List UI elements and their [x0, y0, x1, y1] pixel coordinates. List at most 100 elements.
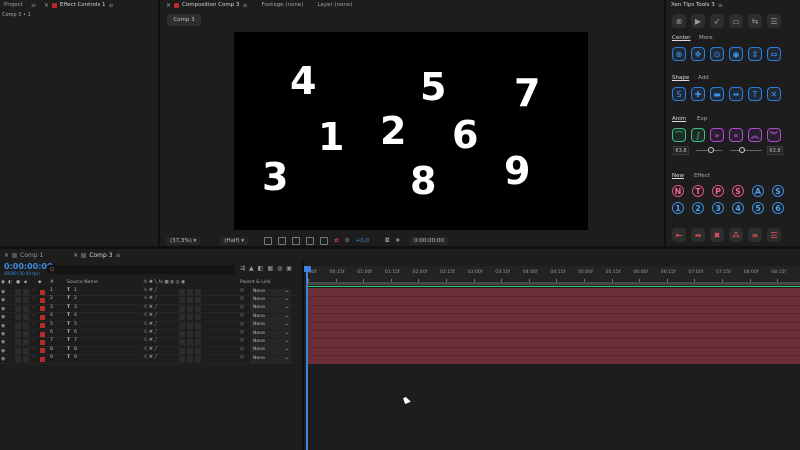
switch-box[interactable] [187, 297, 193, 304]
new-shape-button[interactable]: S [772, 185, 784, 197]
tab-anim[interactable]: Anim [672, 116, 686, 122]
new-adjustment-button[interactable]: A [752, 185, 764, 197]
parent-dropdown[interactable]: None ⌄ [250, 321, 291, 330]
up-icon[interactable]: ︽ [748, 128, 762, 142]
pick-whip-icon[interactable]: ◎ [240, 322, 244, 327]
digit-4[interactable]: 4 [290, 62, 316, 100]
parent-dropdown[interactable]: None ⌄ [250, 304, 291, 313]
digit-7[interactable]: 7 [514, 74, 540, 112]
solo-toggle[interactable] [15, 347, 21, 354]
ease-value-left[interactable]: 63.8 [673, 146, 689, 155]
shape-add-icon[interactable]: ✚ [691, 87, 705, 101]
trim-in-icon[interactable]: ⇤ [672, 228, 686, 242]
solo-toggle[interactable] [15, 331, 21, 337]
label-color-swatch[interactable] [40, 297, 45, 303]
tab-center[interactable]: Center [672, 35, 691, 41]
tab-project[interactable]: Project [4, 2, 23, 8]
digit-9[interactable]: 9 [504, 152, 530, 190]
region-of-interest-icon[interactable] [306, 237, 315, 245]
visibility-eye-icon[interactable]: ◉ [1, 356, 6, 362]
shape-s-icon[interactable]: S [672, 87, 686, 101]
visibility-eye-icon[interactable]: ◉ [1, 306, 6, 312]
parent-dropdown[interactable]: None ⌄ [250, 296, 291, 304]
layer-row[interactable]: ◉ › 4 T 4 ⁂ ✱ ╱ ◎ None ⌄ [0, 313, 300, 322]
layer-row[interactable]: ◉ › 7 T 7 ⁂ ✱ ╱ ◎ None ⌄ [0, 338, 300, 347]
solo-header-icon[interactable]: ● [16, 280, 20, 285]
pick-whip-icon[interactable]: ◎ [240, 355, 244, 360]
switch-box[interactable] [179, 339, 185, 346]
pick-whip-icon[interactable]: ◎ [240, 296, 244, 301]
rocket-icon[interactable]: ➶ [710, 14, 724, 28]
close-icon[interactable]: × [166, 2, 171, 9]
new-null-button[interactable]: N [672, 185, 684, 197]
down-icon[interactable]: ︾ [767, 128, 781, 142]
visibility-eye-icon[interactable]: ◉ [1, 348, 6, 354]
layer-switches-icon[interactable]: ⁂ ✱ ╱ [143, 355, 157, 360]
folder-icon[interactable]: ▭ [729, 14, 743, 28]
visibility-eye-icon[interactable]: ◉ [1, 314, 6, 320]
mask-visibility-icon[interactable] [292, 237, 301, 245]
pick-whip-icon[interactable]: ◎ [240, 288, 244, 293]
preset-3-button[interactable]: 3 [712, 202, 724, 214]
label-header-icon[interactable]: ◆ [38, 280, 42, 285]
layer-row[interactable]: ◉ › 2 T 2 ⁂ ✱ ╱ ◎ None ⌄ [0, 296, 300, 305]
pick-whip-icon[interactable]: ◎ [240, 338, 244, 343]
center-horizontal-icon[interactable]: ⇔ [767, 47, 781, 61]
layer-row[interactable]: ◉ › 5 T 5 ⁂ ✱ ╱ ◎ None ⌄ [0, 321, 300, 330]
ease-slider-left-knob[interactable] [708, 147, 714, 153]
tab-comp-3[interactable]: × Comp 3 ≡ [73, 252, 120, 259]
switch-box[interactable] [195, 322, 201, 329]
expand-chevron-icon[interactable]: › [33, 296, 35, 301]
show-snapshot-icon[interactable]: ✚ [395, 238, 400, 244]
switch-box[interactable] [179, 331, 185, 337]
switch-box[interactable] [195, 289, 201, 295]
composition-canvas[interactable]: 4 5 7 1 2 6 3 8 9 [234, 32, 588, 230]
label-color-swatch[interactable] [40, 348, 45, 354]
tab-more[interactable]: More [699, 35, 713, 41]
layer-switches-icon[interactable]: ⁂ ✱ ╱ [143, 313, 157, 318]
exposure-value[interactable]: +0,0 [356, 238, 369, 244]
lock-header-icon[interactable]: ▪ [24, 280, 27, 285]
switch-box[interactable] [187, 314, 193, 321]
delete-icon[interactable]: ✖ [710, 228, 724, 242]
switches-header-icon[interactable]: ⁂ ✱ ╲ fx ▦ ◍ ◎ ◉ [143, 280, 185, 285]
guides-icon[interactable] [320, 237, 329, 245]
center-crosshair-icon[interactable]: ⊕ [672, 47, 686, 61]
visibility-eye-icon[interactable]: ◉ [1, 323, 6, 329]
column-source-name[interactable]: Source Name [67, 280, 98, 285]
digit-6[interactable]: 6 [452, 116, 478, 154]
preset-4-button[interactable]: 4 [732, 202, 744, 214]
digit-5[interactable]: 5 [420, 68, 446, 106]
digit-3[interactable]: 3 [262, 158, 288, 196]
switch-box[interactable] [187, 289, 193, 295]
shape-cross-icon[interactable]: ✕ [767, 87, 781, 101]
close-icon[interactable]: × [73, 252, 78, 259]
grid-icon[interactable]: ⁂ [729, 228, 743, 242]
expand-chevron-icon[interactable]: › [33, 347, 35, 352]
tab-xen-tips-tools[interactable]: Xen Tips Tools 3 ≡ [671, 2, 723, 9]
swap-icon[interactable]: ⇆ [748, 14, 762, 28]
audio-header-icon[interactable]: ◐ [8, 280, 12, 285]
digit-2[interactable]: 2 [380, 112, 406, 150]
digit-1[interactable]: 1 [318, 118, 344, 156]
camera-icon[interactable]: ⚙ [345, 238, 350, 244]
shape-expand-icon[interactable]: ⇹ [729, 87, 743, 101]
expand-chevron-icon[interactable]: › [33, 313, 35, 318]
list-icon[interactable]: ☰ [767, 14, 781, 28]
column-parent-link[interactable]: Parent & Link [240, 280, 271, 285]
lock-toggle[interactable] [23, 289, 29, 295]
frame-blending-icon[interactable]: ▦ [267, 265, 273, 272]
parent-dropdown[interactable]: None ⌄ [250, 355, 291, 363]
switch-box[interactable] [179, 347, 185, 354]
menu-icon[interactable]: ≡ [242, 2, 247, 9]
lock-toggle[interactable] [23, 314, 29, 321]
switch-box[interactable] [187, 305, 193, 312]
layer-switches-icon[interactable]: ⁂ ✱ ╱ [143, 322, 157, 327]
visibility-eye-icon[interactable]: ◉ [1, 297, 6, 303]
comp-breadcrumb-pill[interactable]: Comp 3 [167, 14, 201, 26]
layer-name[interactable]: 8 [74, 347, 77, 352]
layer-switches-icon[interactable]: ⁂ ✱ ╱ [143, 288, 157, 293]
lock-toggle[interactable] [23, 297, 29, 304]
fast-preview-icon[interactable] [264, 237, 273, 245]
draft-3d-icon[interactable]: ▲ [249, 265, 254, 272]
